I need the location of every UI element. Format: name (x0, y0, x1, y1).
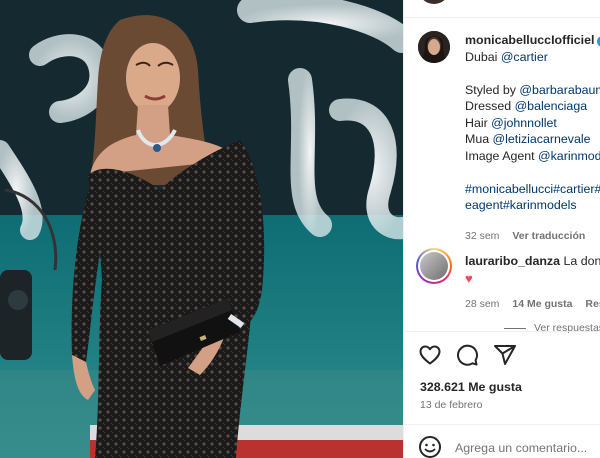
comment-icon[interactable] (455, 343, 479, 367)
likes-count[interactable]: 328.621 Me gusta (420, 380, 522, 394)
mention-link[interactable]: @karinmodels (538, 149, 600, 163)
post-actions (418, 343, 526, 367)
caption-text: Mua (465, 132, 493, 146)
caption-line: Dressed @balenciaga (465, 98, 600, 115)
commenter-avatar-ring (418, 250, 450, 282)
mention-link[interactable]: @johnnollet (491, 116, 557, 130)
header-divider (404, 17, 600, 18)
caption-text: Dressed (465, 99, 515, 113)
commenter-username[interactable]: lauraribo_danza (465, 254, 560, 268)
caption-text: Styled by (465, 82, 520, 97)
post-side-panel: monicabelluccIofficiel✓ Dubai @cartier S… (403, 0, 600, 458)
caption-text: Hair (465, 115, 492, 130)
caption-meta: 32 sem Ver traducción (465, 228, 600, 245)
caption-line: Styled by @barbarabaum (465, 82, 600, 99)
hashtag-link[interactable]: #monicabellucci#cartier# (465, 181, 600, 198)
heart-icon[interactable] (418, 343, 442, 367)
comment-meta: 28 sem 14 Me gusta Resp (465, 296, 600, 313)
author-username[interactable]: monicabelluccIofficiel (465, 33, 594, 47)
comment: lauraribo_danza La donn ♥ 28 sem 14 Me g… (465, 253, 600, 313)
comment-input[interactable] (455, 441, 600, 455)
heart-emoji-icon: ♥ (465, 271, 473, 286)
caption-line: Mua @letiziacarnevale (465, 131, 600, 148)
caption-line: Hair @johnnollet (465, 115, 600, 132)
mention-link[interactable]: @balenciaga (515, 99, 588, 113)
author-avatar[interactable] (418, 31, 450, 63)
translate-button[interactable]: Ver traducción (512, 230, 585, 242)
post-date: 13 de febrero (420, 399, 483, 411)
hashtag-link[interactable]: eagent#karinmodels (465, 197, 600, 214)
comment-time: 28 sem (465, 298, 500, 310)
caption-text: Dubai (465, 49, 501, 64)
photo-illustration (0, 0, 403, 458)
view-replies-button[interactable]: Ver respuestas (2) (504, 322, 600, 334)
post-time: 32 sem (465, 229, 500, 242)
caption-line: Image Agent @karinmodels (465, 148, 600, 165)
post-photo[interactable] (0, 0, 403, 458)
share-icon[interactable] (493, 343, 517, 367)
emoji-icon[interactable] (418, 435, 442, 458)
reply-button[interactable]: Resp (585, 298, 600, 310)
commenter-avatar[interactable] (416, 248, 452, 284)
comment-likes[interactable]: 14 Me gusta (512, 298, 572, 310)
mention-link[interactable]: @cartier (501, 50, 548, 64)
actions-divider (404, 331, 600, 332)
caption-text: Image Agent (465, 148, 539, 163)
comment-bar-divider (404, 424, 600, 425)
commenter-avatar-image (420, 252, 448, 280)
author-avatar-image (418, 31, 450, 63)
header-avatar[interactable] (418, 0, 450, 4)
caption: monicabelluccIofficiel✓ Dubai @cartier S… (465, 32, 600, 244)
comment-text: La donn (563, 254, 600, 268)
mention-link[interactable]: @letiziacarnevale (493, 132, 591, 146)
caption-line: Dubai @cartier (465, 49, 600, 66)
mention-link[interactable]: @barbarabaum (519, 83, 600, 97)
